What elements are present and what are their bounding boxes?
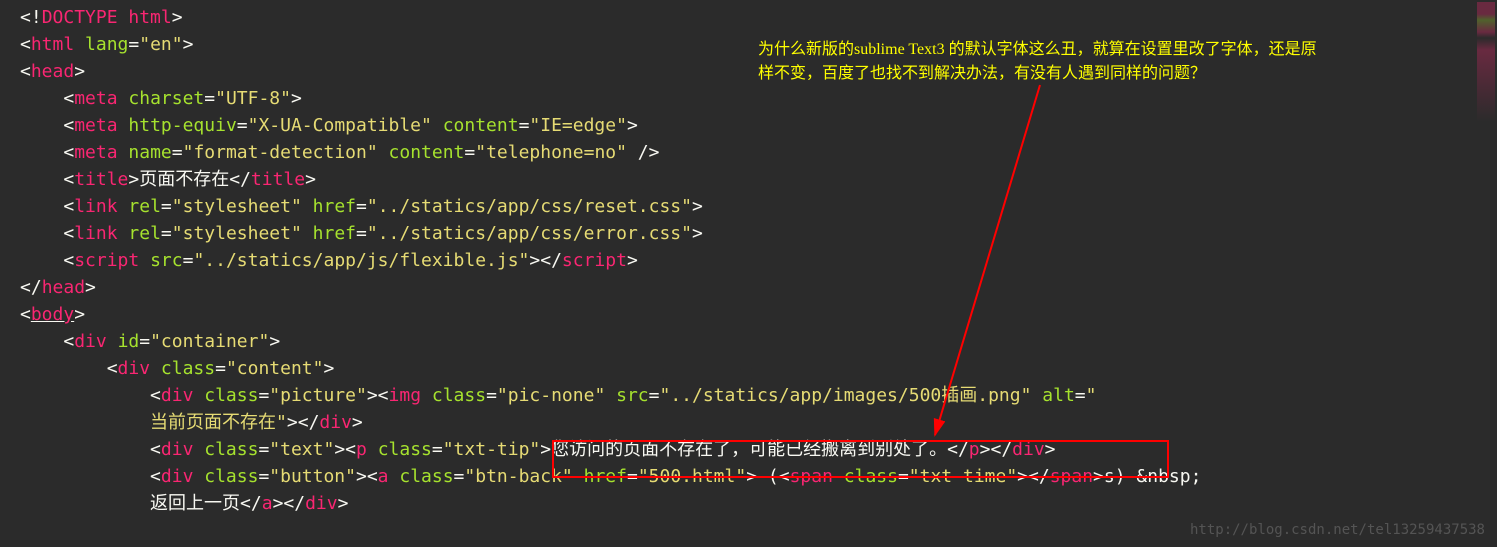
html-tag: html (31, 34, 74, 55)
minimap[interactable] (1477, 2, 1495, 122)
tip-text: 您访问的页面不存在了，可能已经搬离到别处了。 (551, 439, 947, 460)
watermark-text: http://blog.csdn.net/tel13259437538 (1190, 520, 1485, 541)
head-tag: head (31, 61, 74, 82)
title-text: 页面不存在 (139, 169, 229, 190)
annotation-text: 为什么新版的sublime Text3 的默认字体这么丑，就算在设置里改了字体，… (758, 38, 1478, 86)
body-tag: body (31, 304, 74, 325)
doctype-keyword: DOCTYPE html (42, 7, 172, 28)
